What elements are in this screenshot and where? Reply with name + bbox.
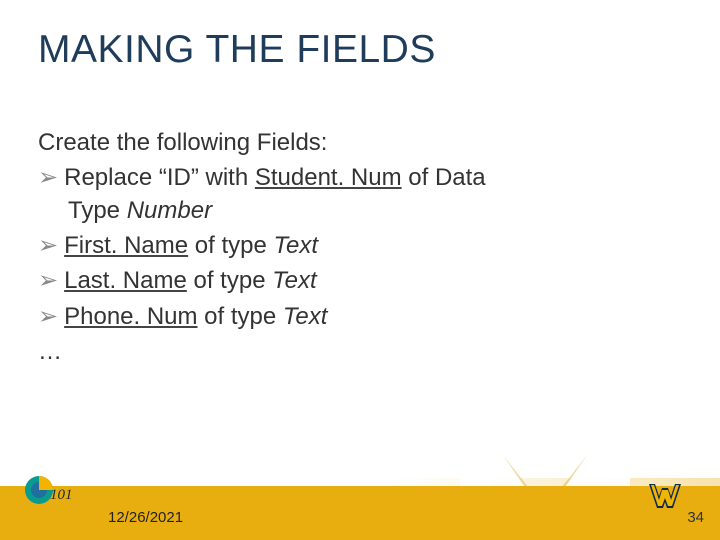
intro-line: Create the following Fields: [38,126,684,159]
bullet-item: ➢ Replace “ID” with Student. Num of Data [38,161,684,194]
bullet-item: ➢ First. Name of type Text [38,229,684,262]
slide-footer: 101 12/26/2021 34 [0,466,720,540]
bullet-wrap-line: Type Number [38,194,684,227]
page-number: 34 [687,509,704,526]
bullet-item: ➢ Last. Name of type Text [38,264,684,297]
slide-title: MAKING THE FIELDS [38,28,436,72]
data-type: Text [272,267,316,294]
gold-accent-strip [0,478,720,486]
data-type: Text [283,303,327,330]
arrow-bullet-icon: ➢ [38,300,58,333]
data-type: Text [274,232,318,259]
bullet-text: Replace “ID” with Student. Num of Data [64,161,684,194]
bullet-text: First. Name of type Text [64,229,684,262]
slide: MAKING THE FIELDS Create the following F… [0,0,720,540]
cs101-logo: 101 [24,472,76,508]
ellipsis: … [38,335,684,368]
arrow-bullet-icon: ➢ [38,229,58,262]
footer-date: 12/26/2021 [108,509,183,526]
bullet-mid: of type [198,303,283,330]
bullet-mid: of type [187,267,272,294]
arrow-bullet-icon: ➢ [38,161,58,194]
field-name: Phone. Num [64,303,197,330]
bullet-item: ➢ Phone. Num of type Text [38,300,684,333]
wv-logo [648,482,682,510]
bullet-text: Phone. Num of type Text [64,300,684,333]
arrow-bullet-icon: ➢ [38,264,58,297]
wrap-pre: Type [68,197,127,224]
bullet-mid: of type [188,232,273,259]
field-name: First. Name [64,232,188,259]
bullet-pre: Replace “ID” with [64,164,255,191]
svg-text:101: 101 [50,487,73,503]
bullet-text: Last. Name of type Text [64,264,684,297]
slide-body: Create the following Fields: ➢ Replace “… [38,126,684,370]
field-name: Last. Name [64,267,187,294]
bullet-mid: of Data [402,164,486,191]
field-name: Student. Num [255,164,402,191]
data-type: Number [127,197,212,224]
